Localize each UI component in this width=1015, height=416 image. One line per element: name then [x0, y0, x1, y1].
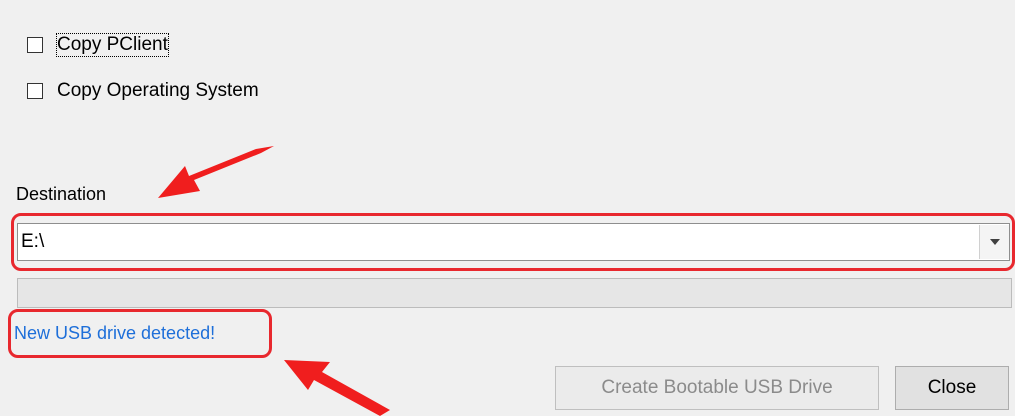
copy-os-checkbox[interactable] — [27, 83, 43, 99]
copy-os-option[interactable]: Copy Operating System — [27, 80, 259, 102]
copy-pclient-checkbox[interactable] — [27, 37, 43, 53]
usb-drive-dialog: Copy PClient Copy Operating System Desti… — [0, 0, 1015, 416]
create-bootable-usb-button[interactable]: Create Bootable USB Drive — [555, 366, 879, 410]
pointer-arrow-icon — [284, 360, 390, 416]
dropdown-arrow-button[interactable] — [979, 225, 1009, 259]
destination-value: E:\ — [21, 231, 45, 252]
status-message: New USB drive detected! — [14, 323, 216, 343]
progress-bar — [17, 278, 1012, 308]
destination-dropdown[interactable]: E:\ — [17, 223, 1010, 261]
copy-pclient-label: Copy PClient — [56, 33, 169, 57]
pointer-arrow-icon — [158, 146, 274, 198]
chevron-down-icon — [989, 239, 1000, 245]
close-button[interactable]: Close — [895, 366, 1009, 410]
copy-os-label: Copy Operating System — [57, 80, 259, 101]
destination-label: Destination — [16, 184, 107, 204]
copy-pclient-option[interactable]: Copy PClient — [27, 33, 169, 57]
